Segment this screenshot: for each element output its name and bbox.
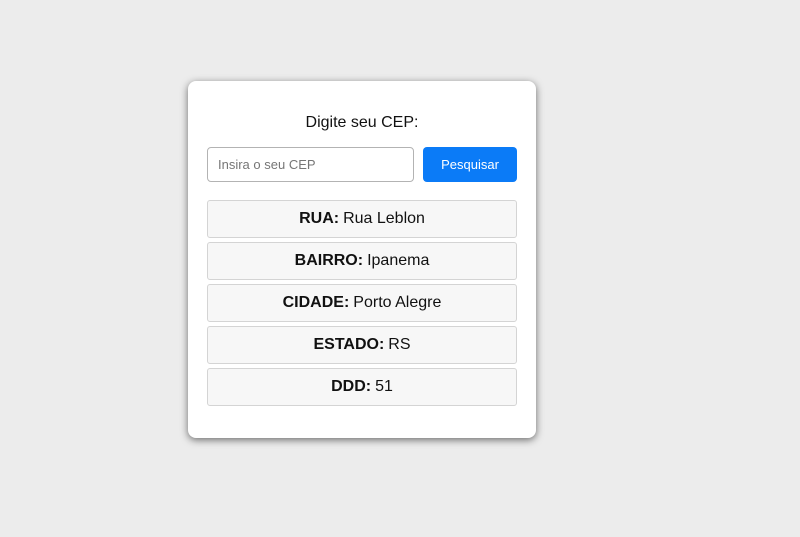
result-value: 51 <box>375 378 393 395</box>
result-label: RUA: <box>299 210 340 227</box>
result-label: ESTADO: <box>313 336 385 353</box>
search-button[interactable]: Pesquisar <box>423 147 517 182</box>
result-label: BAIRRO: <box>294 252 364 269</box>
address-results: RUA: Rua Leblon BAIRRO: Ipanema CIDADE: … <box>207 200 517 406</box>
result-row-rua: RUA: Rua Leblon <box>207 200 517 238</box>
cep-lookup-card: Digite seu CEP: Pesquisar RUA: Rua Leblo… <box>188 81 536 438</box>
cep-input[interactable] <box>207 147 414 182</box>
result-row-estado: ESTADO: RS <box>207 326 517 364</box>
result-label: DDD: <box>331 378 372 395</box>
result-row-cidade: CIDADE: Porto Alegre <box>207 284 517 322</box>
result-value: Ipanema <box>367 252 430 269</box>
result-label: CIDADE: <box>282 294 350 311</box>
result-row-ddd: DDD: 51 <box>207 368 517 406</box>
search-row: Pesquisar <box>207 147 517 182</box>
result-value: Rua Leblon <box>343 210 425 227</box>
result-value: RS <box>388 336 411 353</box>
result-row-bairro: BAIRRO: Ipanema <box>207 242 517 280</box>
cep-prompt-label: Digite seu CEP: <box>305 114 419 131</box>
result-value: Porto Alegre <box>353 294 442 311</box>
